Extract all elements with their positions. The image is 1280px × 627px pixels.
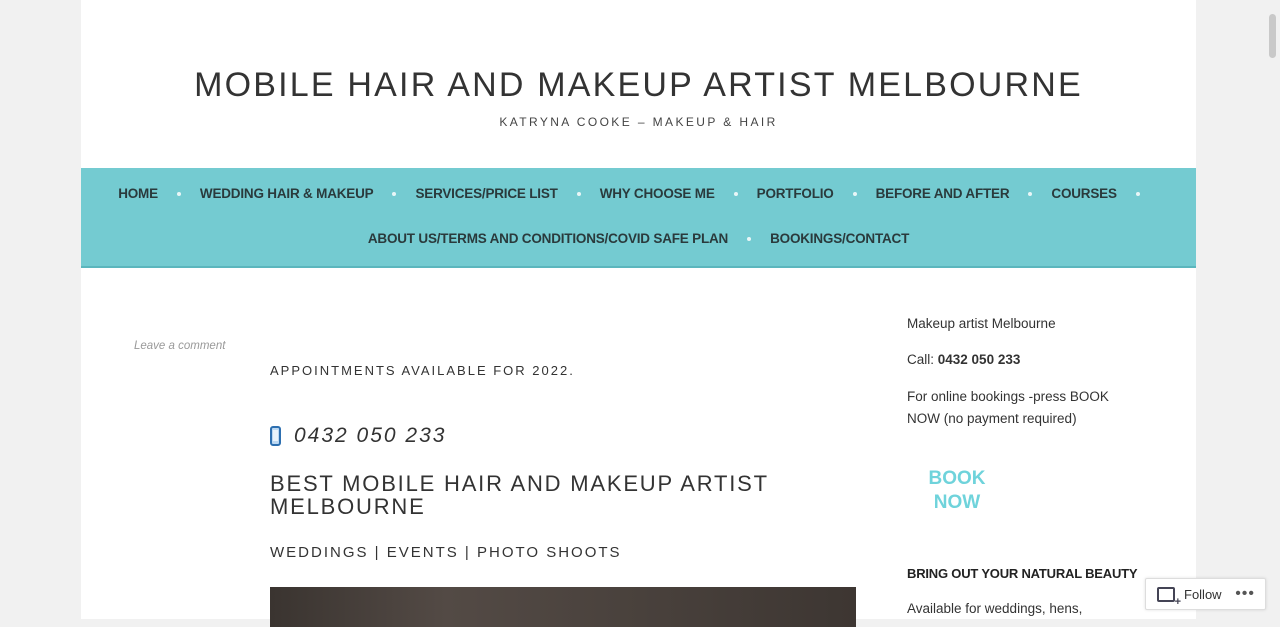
nav-separator bbox=[576, 191, 581, 196]
page: MOBILE HAIR AND MAKEUP ARTIST MELBOURNE … bbox=[81, 0, 1196, 627]
mobile-phone-icon bbox=[270, 426, 281, 446]
nav-separator bbox=[747, 236, 752, 241]
nav-item-why-choose-me[interactable]: WHY CHOOSE ME bbox=[600, 186, 715, 201]
nav-separator bbox=[392, 191, 397, 196]
services-text: WEDDINGS | EVENTS | PHOTO SHOOTS bbox=[270, 544, 622, 561]
nav-separator bbox=[176, 191, 181, 196]
nav-separator bbox=[852, 191, 857, 196]
site-title[interactable]: MOBILE HAIR AND MAKEUP ARTIST MELBOURNE bbox=[81, 66, 1196, 105]
leave-comment-link[interactable]: Leave a comment bbox=[134, 340, 225, 352]
nav-row-2: ABOUT US/TERMS AND CONDITIONS/COVID SAFE… bbox=[81, 231, 1196, 246]
phone-number: 0432 050 233 bbox=[294, 424, 447, 447]
post-heading: BEST MOBILE HAIR AND MAKEUP ARTIST MELBO… bbox=[270, 471, 769, 519]
nav-separator bbox=[733, 191, 738, 196]
phone-line: 0432 050 233 bbox=[270, 424, 446, 448]
sidebar-title: Makeup artist Melbourne bbox=[907, 316, 1056, 331]
nav-separator bbox=[1028, 191, 1033, 196]
call-number: 0432 050 233 bbox=[937, 352, 1021, 367]
nav-item-home[interactable]: HOME bbox=[118, 186, 158, 201]
nav-separator bbox=[1135, 191, 1140, 196]
call-label: Call: bbox=[907, 352, 938, 367]
site-tagline: KATRYNA COOKE – MAKEUP & HAIR bbox=[499, 115, 778, 129]
book-now-button[interactable]: BOOK NOW bbox=[925, 467, 989, 515]
reader-follow-icon bbox=[1157, 586, 1181, 608]
nav-item-bookings-contact[interactable]: BOOKINGS/CONTACT bbox=[770, 231, 909, 246]
follow-label: Follow bbox=[1184, 586, 1222, 602]
nav-item-courses[interactable]: COURSES bbox=[1051, 186, 1117, 201]
hero-image bbox=[270, 587, 856, 627]
scrollbar[interactable] bbox=[1265, 0, 1280, 619]
online-bookings-text: For online bookings -press BOOK NOW (no … bbox=[907, 389, 1109, 426]
nav-item-portfolio[interactable]: PORTFOLIO bbox=[757, 186, 834, 201]
follow-button[interactable]: Follow bbox=[1157, 586, 1222, 608]
nav-item-services-price-list[interactable]: SERVICES/PRICE LIST bbox=[415, 186, 557, 201]
more-options-icon[interactable]: ••• bbox=[1235, 585, 1255, 603]
nav-row-1: HOME WEDDING HAIR & MAKEUP SERVICES/PRIC… bbox=[81, 186, 1196, 201]
sidebar-call: Call: 0432 050 233 bbox=[907, 352, 1020, 367]
nav-item-wedding-hair-makeup[interactable]: WEDDING HAIR & MAKEUP bbox=[200, 186, 374, 201]
nav-item-before-and-after[interactable]: BEFORE AND AFTER bbox=[876, 186, 1010, 201]
appointments-text: APPOINTMENTS AVAILABLE FOR 2022. bbox=[270, 363, 575, 378]
follow-widget: Follow ••• bbox=[1145, 578, 1266, 610]
main-navigation: HOME WEDDING HAIR & MAKEUP SERVICES/PRIC… bbox=[81, 168, 1196, 268]
sidebar-available-text: Available for weddings, hens, bbox=[907, 601, 1083, 616]
scrollbar-thumb[interactable] bbox=[1269, 14, 1276, 58]
sidebar-heading: BRING OUT YOUR NATURAL BEAUTY bbox=[907, 566, 1138, 581]
nav-item-about-us[interactable]: ABOUT US/TERMS AND CONDITIONS/COVID SAFE… bbox=[368, 231, 728, 246]
